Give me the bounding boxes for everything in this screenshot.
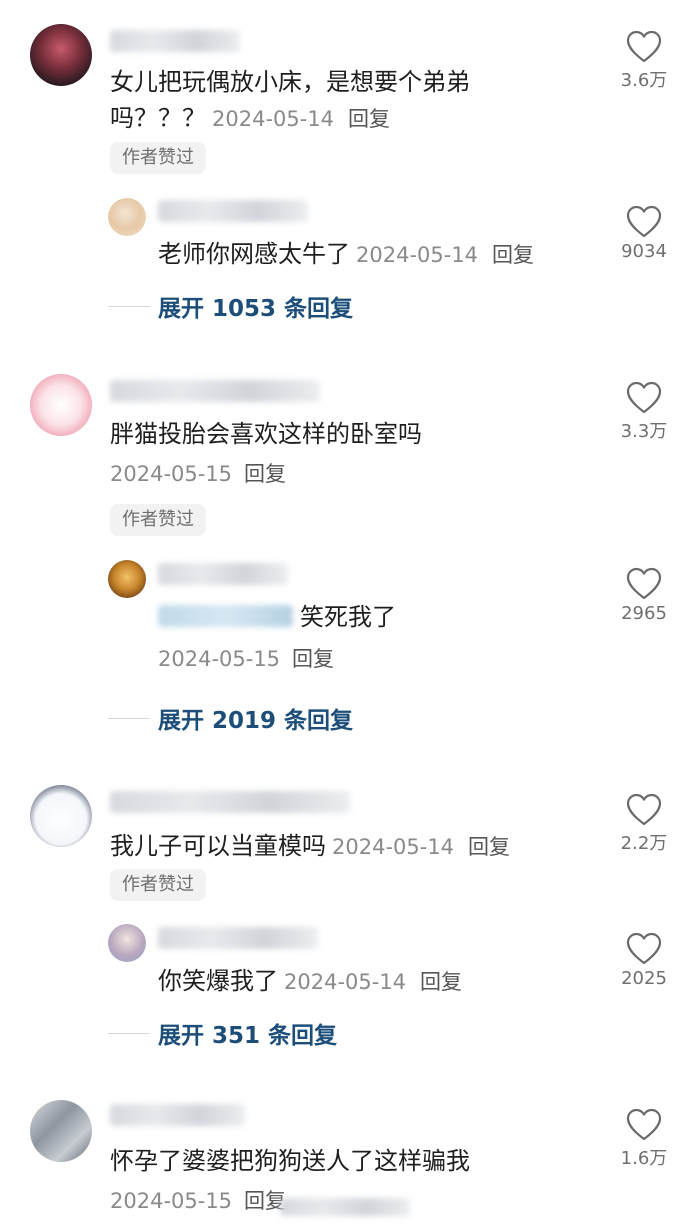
reply-button[interactable]: 回复	[292, 647, 334, 671]
avatar[interactable]	[30, 785, 92, 847]
like-count: 2.2万	[620, 833, 668, 854]
expand-replies-label[interactable]: 展开 351 条回复	[158, 1016, 337, 1050]
comment-text-line1: 怀孕了婆婆把狗狗送人了这样骗我	[110, 1147, 470, 1175]
comment-text-line2: 吗？？？	[110, 104, 206, 132]
expand-replies[interactable]: 展开 2019 条回复	[108, 701, 353, 735]
like-button[interactable]: 3.3万	[614, 381, 674, 443]
comment-text: 女儿把玩偶放小床，是想要个弟弟	[110, 64, 470, 100]
avatar[interactable]	[30, 1100, 92, 1162]
comment-date: 2024-05-14	[212, 107, 335, 131]
like-count: 3.6万	[620, 70, 668, 91]
comment-date: 2024-05-15	[110, 462, 233, 486]
like-button[interactable]: 2965	[614, 567, 674, 624]
comment-meta-row: 2024-05-15 回复	[110, 459, 286, 489]
heart-outline-icon	[626, 567, 662, 600]
comment-text: 胖猫投胎会喜欢这样的卧室吗	[110, 416, 422, 452]
author-liked-badge: 作者赞过	[110, 869, 206, 901]
like-button[interactable]: 3.6万	[614, 30, 674, 92]
comment-date: 2024-05-15	[110, 1189, 233, 1213]
reply-date: 2024-05-14	[284, 970, 407, 994]
heart-outline-icon	[626, 1108, 662, 1141]
reply-text-row: 老师你网感太牛了 2024-05-14 回复	[158, 236, 534, 273]
expand-replies-label[interactable]: 展开 1053 条回复	[158, 289, 353, 323]
like-count: 3.3万	[620, 421, 668, 442]
watermark-blurred	[280, 1198, 410, 1216]
heart-outline-icon	[626, 30, 662, 63]
reply-button[interactable]: 回复	[420, 970, 462, 994]
like-button[interactable]: 2025	[614, 932, 674, 989]
reply-button[interactable]: 回复	[244, 462, 286, 486]
divider	[108, 1032, 150, 1034]
author-liked-badge: 作者赞过	[110, 504, 206, 536]
reply-username-blurred[interactable]	[158, 563, 288, 585]
reply-date: 2024-05-14	[356, 243, 479, 267]
like-count: 1.6万	[620, 1148, 668, 1169]
heart-outline-icon	[626, 793, 662, 826]
username-blurred[interactable]	[110, 380, 320, 402]
expand-replies-label[interactable]: 展开 2019 条回复	[158, 701, 353, 735]
reply-button[interactable]: 回复	[348, 107, 390, 131]
reply-username-blurred[interactable]	[158, 200, 308, 222]
reply-text-row: 你笑爆我了 2024-05-14 回复	[158, 963, 462, 1000]
reply-button[interactable]: 回复	[492, 243, 534, 267]
username-blurred[interactable]	[110, 791, 350, 813]
reply-text: 你笑爆我了	[158, 967, 278, 995]
heart-outline-icon	[626, 932, 662, 965]
comment-meta-row: 2024-05-15 回复	[110, 1186, 286, 1216]
reply-avatar[interactable]	[108, 560, 146, 598]
reply-text-row: 笑死我了	[300, 599, 396, 635]
divider	[108, 717, 150, 719]
comment-text-line1: 我儿子可以当童模吗	[110, 832, 326, 860]
heart-outline-icon	[626, 381, 662, 414]
reply-meta-row: 2024-05-15 回复	[158, 644, 334, 674]
avatar[interactable]	[30, 24, 92, 86]
reply-date: 2024-05-15	[158, 647, 281, 671]
reply-avatar[interactable]	[108, 198, 146, 236]
reply-button[interactable]: 回复	[468, 835, 510, 859]
comment-date: 2024-05-14	[332, 835, 455, 859]
reply-text: 老师你网感太牛了	[158, 240, 350, 268]
username-blurred[interactable]	[110, 30, 240, 52]
author-liked-badge: 作者赞过	[110, 142, 206, 174]
like-count: 2965	[621, 603, 667, 624]
like-button[interactable]: 9034	[614, 205, 674, 262]
heart-outline-icon	[626, 205, 662, 238]
expand-replies[interactable]: 展开 1053 条回复	[108, 289, 353, 323]
reply-text: 笑死我了	[300, 603, 396, 631]
username-blurred[interactable]	[110, 1104, 245, 1126]
comment-text-line1: 胖猫投胎会喜欢这样的卧室吗	[110, 420, 422, 448]
comment-text-line1: 女儿把玩偶放小床，是想要个弟弟	[110, 68, 470, 96]
comment-text-row: 我儿子可以当童模吗 2024-05-14 回复	[110, 828, 510, 865]
like-button[interactable]: 1.6万	[614, 1108, 674, 1170]
mention-blurred[interactable]	[158, 605, 293, 627]
like-count: 9034	[621, 241, 667, 262]
divider	[108, 305, 150, 307]
comment-text: 怀孕了婆婆把狗狗送人了这样骗我	[110, 1143, 470, 1179]
reply-username-blurred[interactable]	[158, 927, 318, 949]
comment-text-line2-row: 吗？？？ 2024-05-14 回复	[110, 100, 390, 137]
like-count: 2025	[621, 968, 667, 989]
like-button[interactable]: 2.2万	[614, 793, 674, 855]
expand-replies[interactable]: 展开 351 条回复	[108, 1016, 337, 1050]
reply-avatar[interactable]	[108, 924, 146, 962]
avatar[interactable]	[30, 374, 92, 436]
